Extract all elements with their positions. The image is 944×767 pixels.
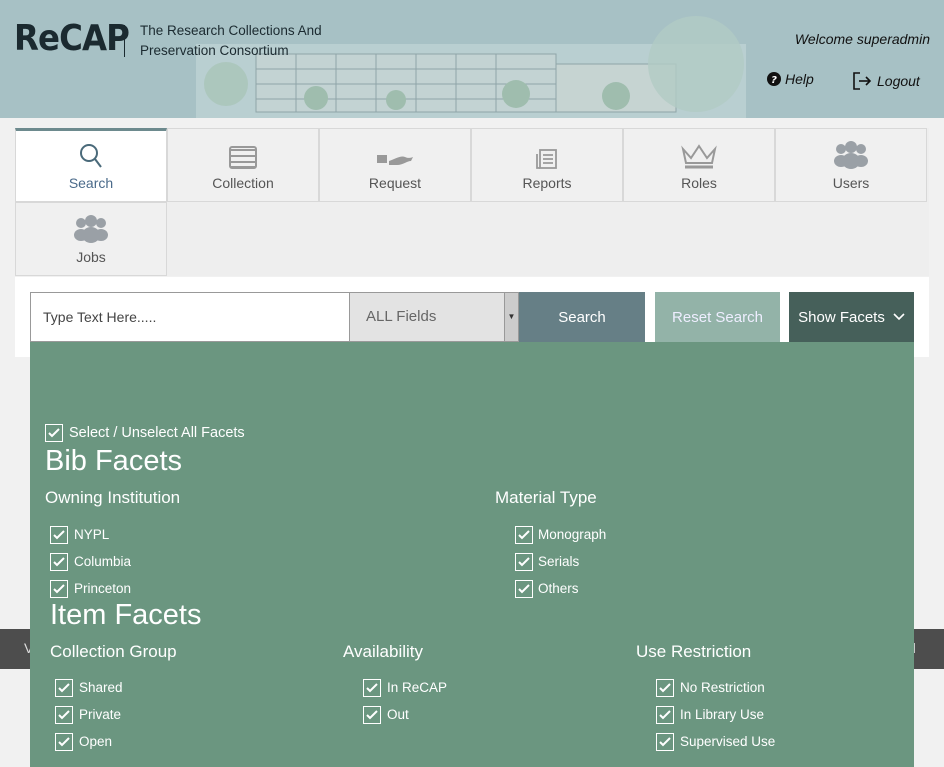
facets-panel: Select / Unselect All Facets Bib Facets …: [30, 342, 914, 767]
facet-checkbox-in-recap[interactable]: [363, 679, 381, 697]
checkmark-icon: [366, 710, 378, 720]
facet-label: In ReCAP: [387, 680, 448, 695]
checkmark-icon: [659, 683, 671, 693]
facet-label: Monograph: [538, 527, 607, 542]
facet-checkbox-out[interactable]: [363, 706, 381, 724]
checkmark-icon: [53, 584, 65, 594]
question-circle-icon: ?: [767, 72, 781, 86]
select-all-checkbox[interactable]: [45, 424, 63, 442]
material-type-title: Material Type: [495, 488, 597, 507]
facet-checkbox-nypl[interactable]: [50, 526, 68, 544]
facet-checkbox-supervised-use[interactable]: [656, 733, 674, 751]
tab-label: Collection: [212, 175, 274, 191]
facet-checkbox-princeton[interactable]: [50, 580, 68, 598]
tab-label: Jobs: [76, 249, 106, 265]
document-icon: [536, 149, 557, 169]
owning-institution-title: Owning Institution: [45, 488, 181, 507]
facet-checkbox-open[interactable]: [55, 733, 73, 751]
checkmark-icon: [366, 683, 378, 693]
reset-search-button[interactable]: Reset Search: [655, 292, 780, 342]
logout-link[interactable]: Logout: [852, 71, 920, 91]
facet-checkbox-others[interactable]: [515, 580, 533, 598]
facet-label: Private: [79, 707, 122, 722]
use-restriction-title: Use Restriction: [636, 642, 752, 661]
books-icon: [229, 146, 257, 169]
show-facets-label: Show Facets: [798, 308, 885, 326]
checkmark-icon: [58, 710, 70, 720]
field-select-value: ALL Fields: [366, 308, 437, 325]
facet-checkbox-in-library-use[interactable]: [656, 706, 674, 724]
recap-logo[interactable]: ReCAP: [14, 18, 130, 59]
checkmark-icon: [58, 683, 70, 693]
tab-search[interactable]: Search: [15, 128, 167, 202]
facet-checkbox-serials[interactable]: [515, 553, 533, 571]
facet-checkbox-private[interactable]: [55, 706, 73, 724]
search-icon: [80, 144, 102, 168]
checkmark-icon: [518, 530, 530, 540]
facet-checkbox-shared[interactable]: [55, 679, 73, 697]
tab-jobs[interactable]: Jobs: [15, 202, 167, 276]
tab-roles[interactable]: Roles: [623, 128, 775, 202]
collection-group-title: Collection Group: [50, 642, 177, 661]
facet-label: Others: [538, 581, 579, 596]
tab-label: Users: [832, 175, 870, 191]
field-select[interactable]: ALL Fields ▼: [349, 292, 519, 342]
item-facets-title: Item Facets: [50, 599, 202, 631]
show-facets-button[interactable]: Show Facets: [789, 292, 914, 342]
users-icon: [74, 215, 108, 243]
tagline: The Research Collections And Preservatio…: [140, 23, 322, 58]
tab-collection[interactable]: Collection: [167, 128, 319, 202]
facet-label: Princeton: [74, 581, 132, 596]
facet-checkbox-no-restriction[interactable]: [656, 679, 674, 697]
checkmark-icon: [518, 557, 530, 567]
search-button[interactable]: Search: [519, 292, 645, 342]
facet-label: NYPL: [74, 527, 110, 542]
select-all-label: Select / Unselect All Facets: [69, 425, 245, 441]
nav-tabs: Search Collection Request Reports Roles …: [15, 128, 929, 276]
checkmark-icon: [518, 584, 530, 594]
tab-label: Request: [368, 175, 422, 191]
facet-label: No Restriction: [680, 680, 765, 695]
checkmark-icon: [58, 737, 70, 747]
tab-users[interactable]: Users: [775, 128, 927, 202]
facet-label: Serials: [538, 554, 580, 569]
facet-label: In Library Use: [680, 707, 765, 722]
hand-book-icon: [377, 155, 413, 165]
facet-checkbox-monograph[interactable]: [515, 526, 533, 544]
users-icon: [834, 141, 868, 169]
help-link[interactable]: ? Help: [767, 71, 814, 87]
tab-label: Search: [68, 175, 114, 191]
checkmark-icon: [53, 557, 65, 567]
availability-title: Availability: [343, 642, 424, 661]
facet-label: Columbia: [74, 554, 132, 569]
tab-label: Reports: [522, 175, 572, 191]
logout-icon: [853, 72, 872, 90]
tab-request[interactable]: Request: [319, 128, 471, 202]
checkmark-icon: [659, 737, 671, 747]
tab-label: Roles: [681, 175, 717, 191]
caret-down-icon: ▼: [504, 293, 518, 341]
logout-label: Logout: [877, 73, 920, 89]
chevron-down-icon: [893, 313, 905, 321]
svg-text:?: ?: [771, 75, 777, 86]
checkmark-icon: [48, 428, 60, 438]
tab-reports[interactable]: Reports: [471, 128, 623, 202]
crown-icon: [681, 144, 717, 169]
facet-label: Supervised Use: [680, 734, 776, 749]
checkmark-icon: [53, 530, 65, 540]
facet-label: Open: [79, 734, 113, 749]
facet-label: Shared: [79, 680, 123, 695]
facet-label: Out: [387, 707, 409, 722]
welcome-text: Welcome superadmin: [794, 31, 930, 47]
logo-divider: [124, 25, 125, 57]
bib-facets-title: Bib Facets: [45, 445, 182, 477]
help-label: Help: [785, 71, 814, 87]
checkmark-icon: [659, 710, 671, 720]
site-header: ReCAP The Research Collections And Prese…: [0, 0, 944, 118]
search-input[interactable]: [30, 292, 350, 342]
facet-checkbox-columbia[interactable]: [50, 553, 68, 571]
